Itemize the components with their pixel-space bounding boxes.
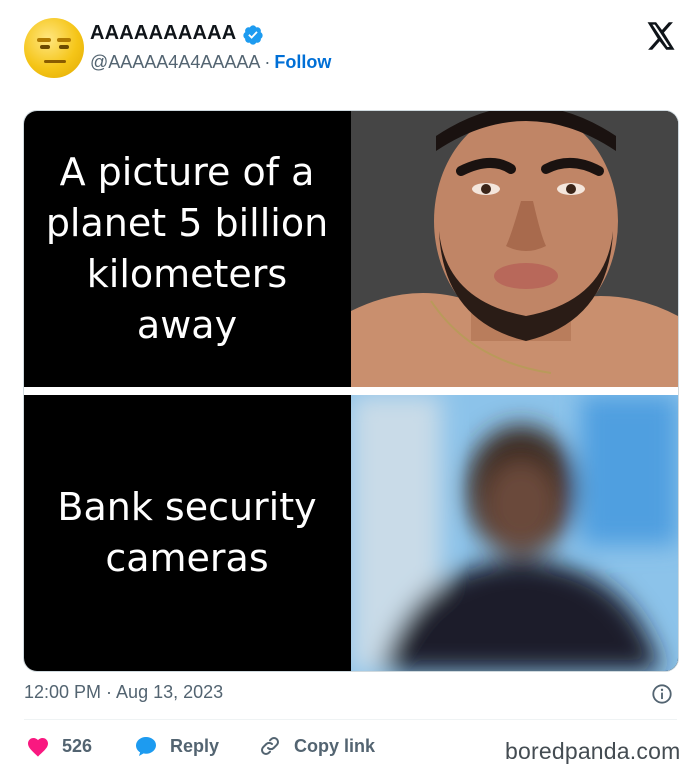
panel-divider bbox=[24, 387, 678, 395]
display-name[interactable]: AAAAAAAAAA bbox=[90, 22, 236, 45]
link-icon bbox=[261, 737, 279, 755]
user-handle[interactable]: @AAAAA4A4AAAAA bbox=[90, 52, 260, 72]
avatar-mouth bbox=[44, 60, 66, 63]
verified-badge-icon bbox=[243, 25, 263, 45]
avatar-eye-right bbox=[59, 45, 69, 49]
meme-caption-bottom: Bank security cameras bbox=[57, 485, 317, 580]
post-media[interactable]: A picture of a planet 5 billion kilomete… bbox=[23, 110, 679, 672]
meme-photo-blurred bbox=[351, 395, 678, 671]
copy-link-button[interactable]: Copy link bbox=[258, 734, 375, 758]
info-icon[interactable] bbox=[651, 683, 673, 705]
reply-label: Reply bbox=[170, 735, 220, 756]
handle-separator: · bbox=[264, 52, 271, 72]
meme-caption-top: A picture of a planet 5 billion kilomete… bbox=[45, 150, 329, 347]
face-photo-illustration bbox=[351, 111, 678, 387]
reply-bubble-icon bbox=[136, 737, 156, 756]
post-timestamp[interactable]: 12:00 PM · Aug 13, 2023 bbox=[24, 682, 223, 703]
follow-button[interactable]: Follow bbox=[274, 52, 331, 72]
like-button[interactable]: 526 bbox=[26, 734, 92, 758]
reply-button[interactable]: Reply bbox=[134, 734, 219, 758]
copy-link-label: Copy link bbox=[294, 735, 376, 756]
avatar[interactable] bbox=[24, 18, 84, 78]
handle-row: @AAAAA4A4AAAAA · Follow bbox=[90, 52, 331, 73]
avatar-eye-left bbox=[40, 45, 50, 49]
tweet-card: AAAAAAAAAA @AAAAA4A4AAAAA · Follow A pictu… bbox=[0, 0, 700, 773]
heart-icon bbox=[28, 738, 48, 757]
watermark: boredpanda.com bbox=[505, 738, 681, 764]
meme-panel-top: A picture of a planet 5 billion kilomete… bbox=[24, 111, 678, 387]
meme-photo-clear bbox=[351, 111, 678, 387]
blurred-photo-illustration bbox=[351, 395, 678, 671]
x-logo-icon[interactable] bbox=[646, 22, 676, 50]
footer-divider bbox=[24, 719, 677, 720]
like-count: 526 bbox=[62, 735, 93, 756]
meme-panel-bottom: Bank security cameras bbox=[24, 395, 678, 671]
avatar-brow-right bbox=[57, 38, 71, 42]
avatar-brow-left bbox=[37, 38, 51, 42]
